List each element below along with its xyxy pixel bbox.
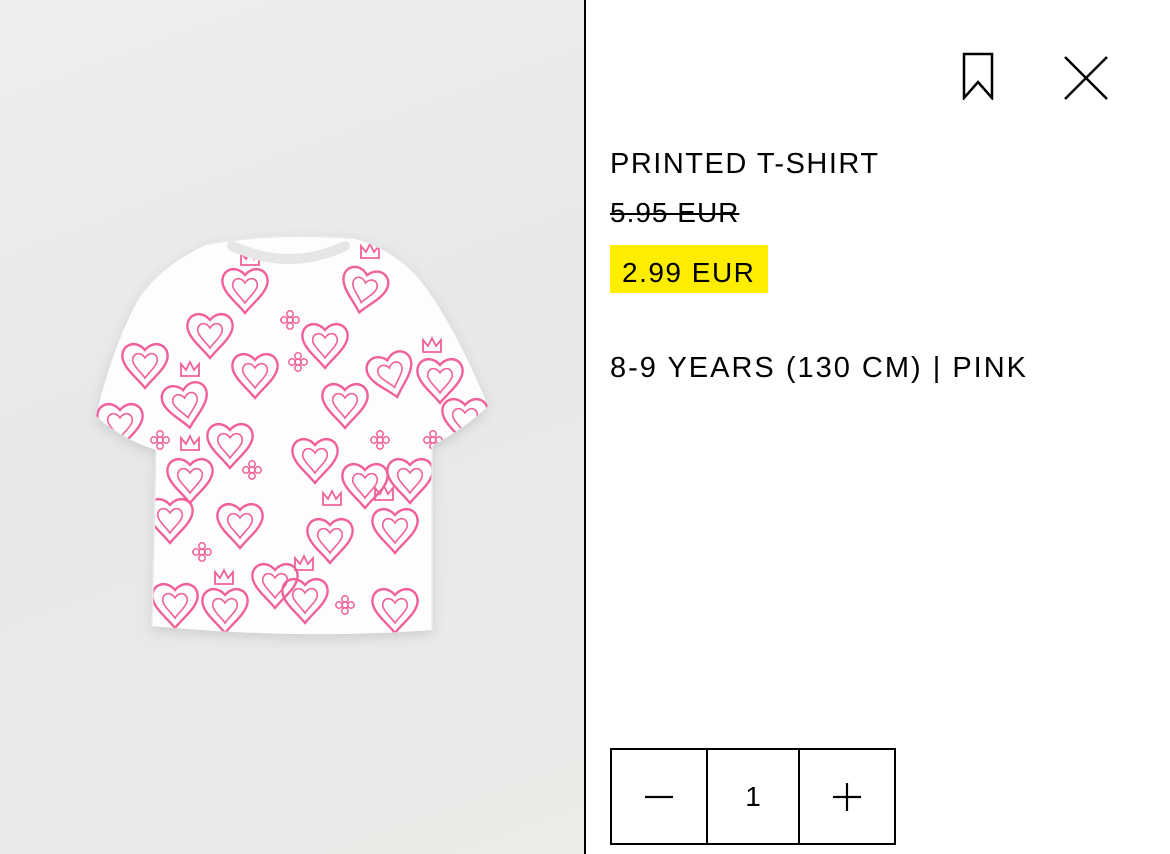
close-icon [1064, 56, 1108, 100]
original-price: 5.95 EUR [610, 197, 740, 228]
product-details-panel: PRINTED T-SHIRT 5.95 EUR 2.99 EUR 8-9 YE… [586, 0, 1170, 854]
quantity-value[interactable]: 1 [706, 750, 800, 843]
minus-icon [645, 795, 673, 798]
sale-price: 2.99 EUR [610, 245, 769, 293]
bookmark-button[interactable] [956, 48, 1000, 104]
product-title: PRINTED T-SHIRT [610, 148, 880, 180]
tshirt-illustration [96, 235, 488, 635]
plus-icon [833, 782, 861, 811]
quantity-stepper: 1 [610, 748, 896, 845]
bookmark-icon [962, 52, 994, 100]
size-color-variant: 8-9 YEARS (130 CM) | PINK [610, 352, 1029, 384]
increment-button[interactable] [800, 750, 894, 843]
decrement-button[interactable] [612, 750, 706, 843]
close-button[interactable] [1058, 50, 1114, 106]
product-image[interactable] [0, 0, 584, 854]
